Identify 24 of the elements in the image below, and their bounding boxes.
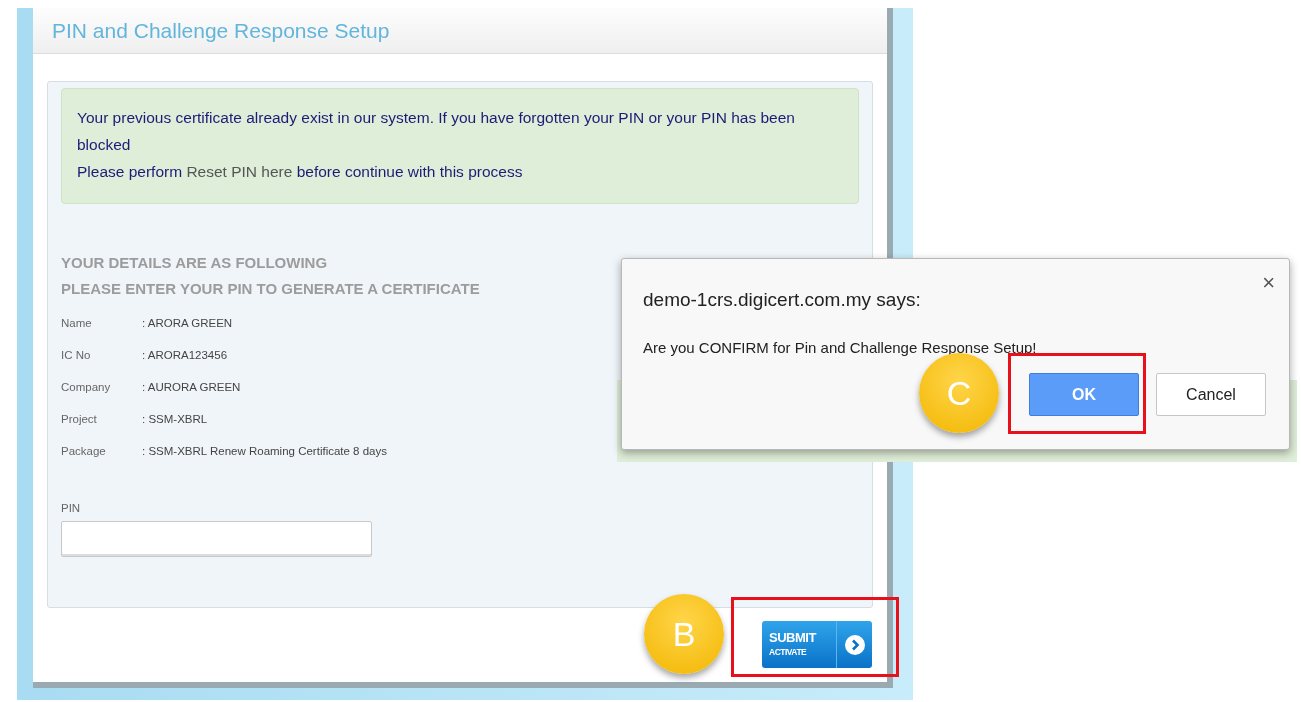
chevron-right-icon <box>844 634 865 655</box>
pin-field[interactable] <box>61 521 372 558</box>
dialog-title: demo-1crs.digicert.com.my says: <box>643 288 921 312</box>
close-button[interactable]: × <box>1262 272 1275 294</box>
field-value: : SSM-XBRL Renew Roaming Certificate 8 days <box>142 444 387 459</box>
page-title: PIN and Challenge Response Setup <box>52 17 390 44</box>
field-value: : ARORA GREEN <box>142 316 233 331</box>
section-heading: YOUR DETAILS ARE AS FOLLOWING <box>61 254 329 272</box>
field-label: IC No <box>61 348 92 363</box>
field-value: : AURORA GREEN <box>142 380 241 395</box>
field-value: : ARORA123456 <box>142 348 228 363</box>
submit-label: SUBMIT <box>769 630 816 645</box>
alert-instruction: Please perform Reset PIN here before continue with this process <box>77 162 524 182</box>
field-label: Project <box>61 412 98 427</box>
submit-button[interactable]: SUBMIT ACTIVATE <box>762 621 872 668</box>
section-heading: PLEASE ENTER YOUR PIN TO GENERATE A CERTIFICATE <box>61 280 481 298</box>
field-label: Company <box>61 380 112 395</box>
reset-pin-link[interactable]: Reset PIN here <box>186 163 293 180</box>
field-value: : SSM-XBRL <box>142 412 208 427</box>
field-label: Package <box>61 444 107 459</box>
submit-sublabel: ACTIVATE <box>769 645 807 659</box>
field-label: Name <box>61 316 93 331</box>
pin-label: PIN <box>61 501 82 516</box>
cancel-button[interactable]: Cancel <box>1156 373 1266 416</box>
